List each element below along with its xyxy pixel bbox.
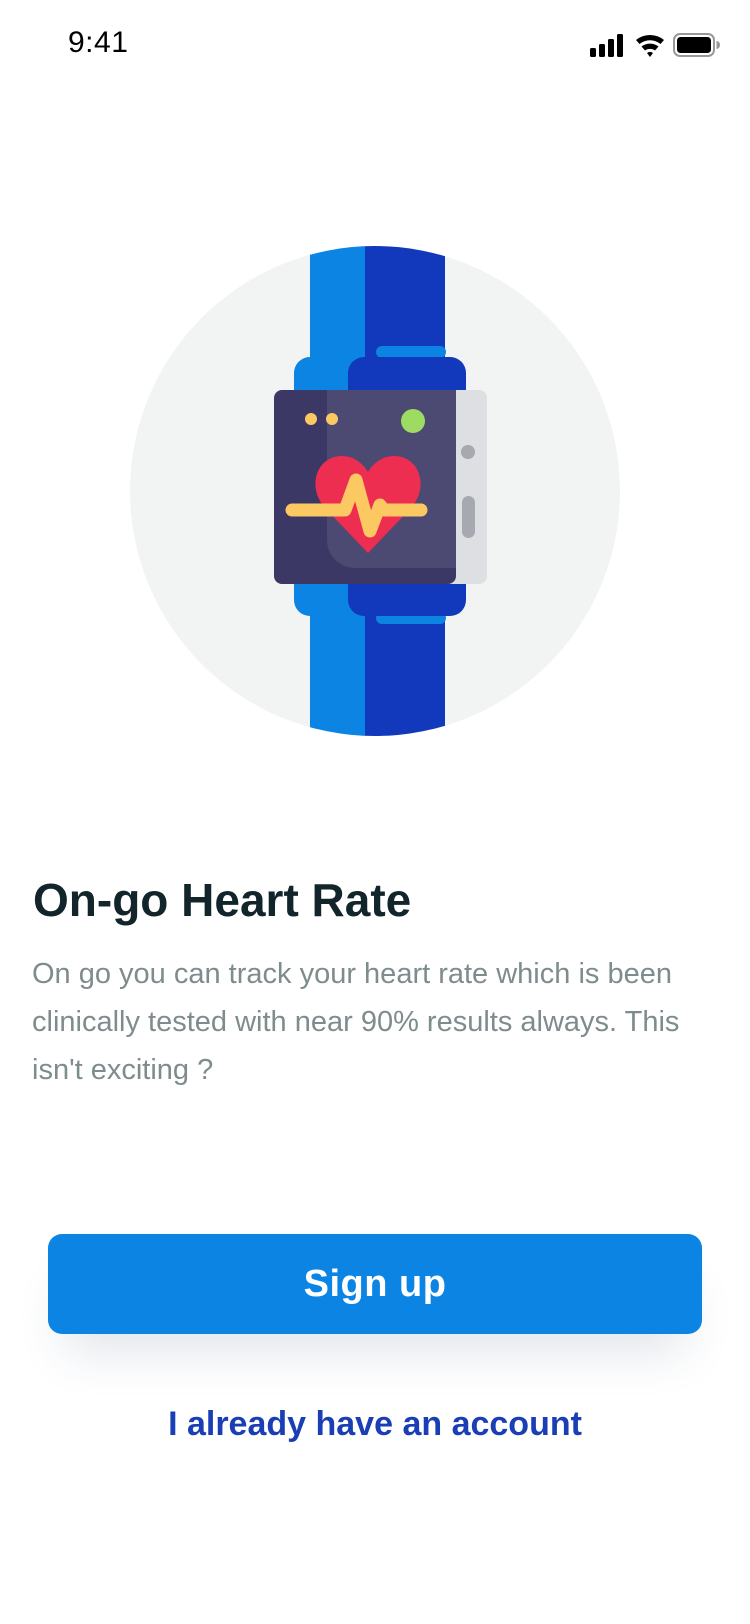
wifi-icon xyxy=(636,34,664,57)
signup-button[interactable]: Sign up xyxy=(48,1234,702,1334)
status-icons xyxy=(590,33,720,57)
login-link[interactable]: I already have an account xyxy=(0,1400,750,1448)
watch-crown-icon xyxy=(462,496,475,538)
indicator-dot-icon xyxy=(326,413,338,425)
page-title: On-go Heart Rate xyxy=(33,874,412,926)
status-time: 9:41 xyxy=(68,26,129,59)
battery-icon xyxy=(673,33,720,57)
indicator-dot-icon xyxy=(305,413,317,425)
smartwatch-heart-rate-icon xyxy=(130,246,620,736)
watch-button-icon xyxy=(461,445,475,459)
cellular-signal-icon xyxy=(590,34,623,57)
page-description: On go you can track your heart rate whic… xyxy=(32,958,680,1086)
status-bar: 9:41 xyxy=(0,0,750,88)
strap-loop-top-highlight xyxy=(376,346,446,358)
status-dot-green-icon xyxy=(401,409,425,433)
